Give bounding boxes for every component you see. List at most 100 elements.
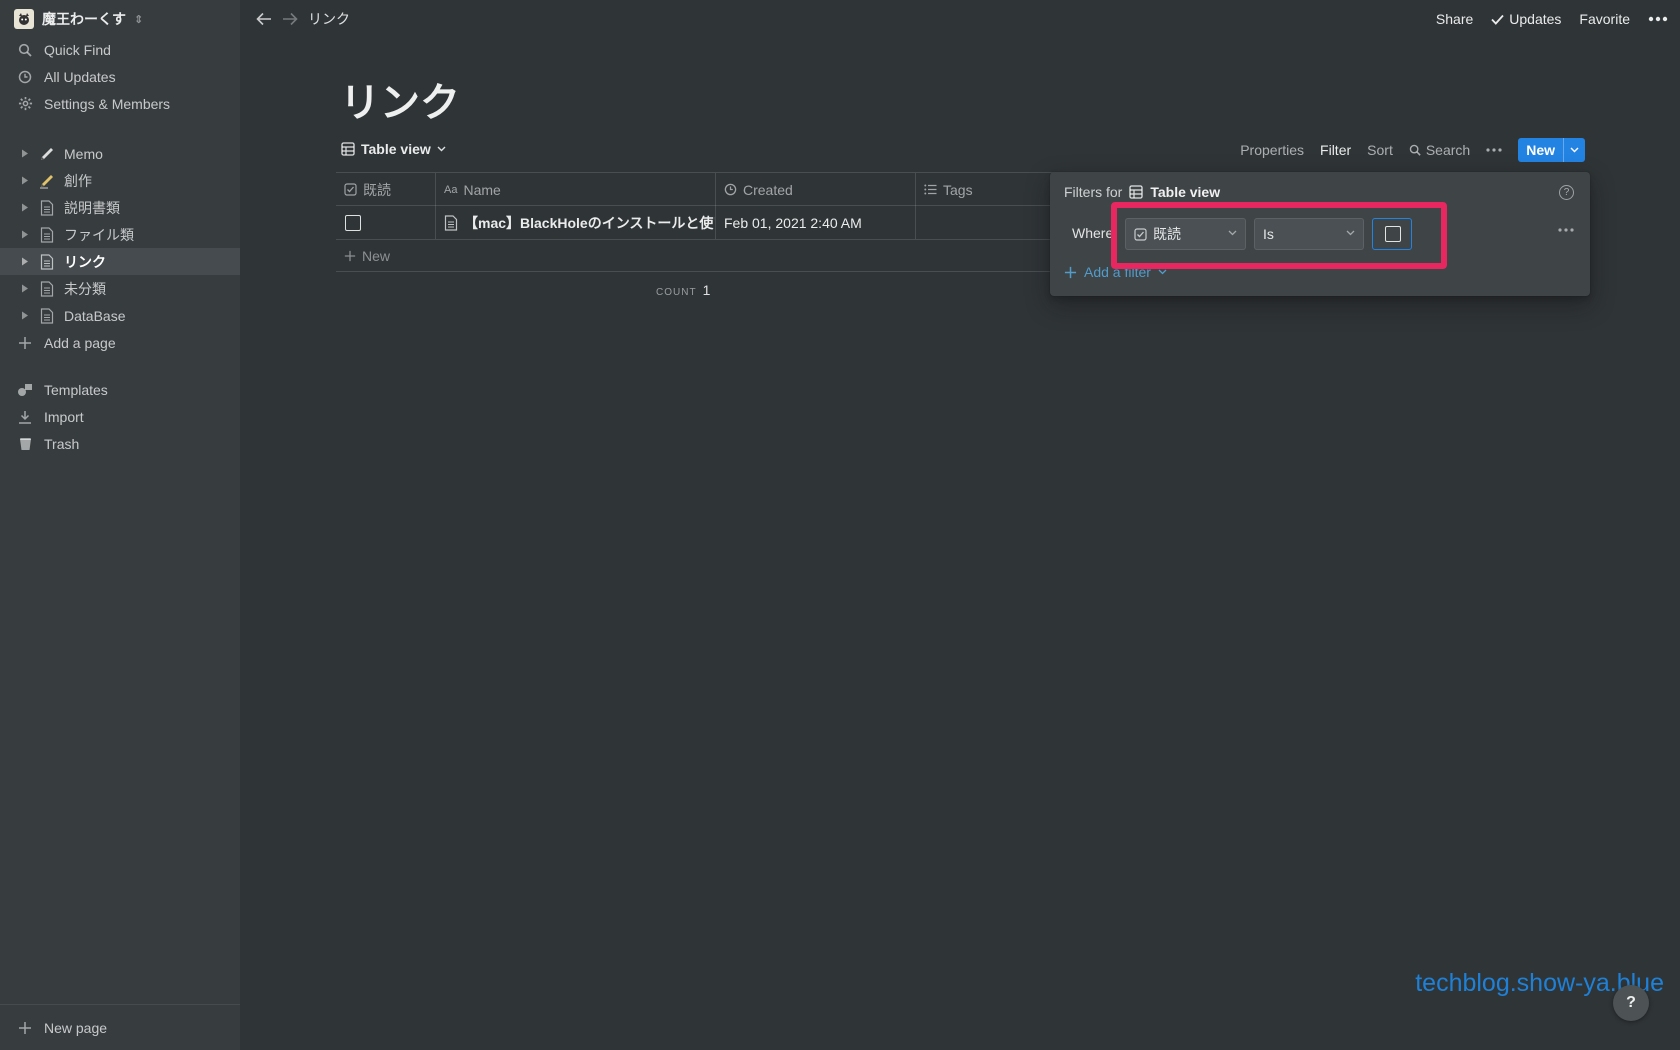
- annotation-highlight-box: [1111, 202, 1447, 269]
- sidebar-item-quick-find[interactable]: Quick Find: [0, 36, 240, 63]
- page-icon: [38, 307, 56, 325]
- plus-icon: [344, 250, 356, 262]
- page-title: リンク: [340, 81, 460, 125]
- chevron-down-icon[interactable]: [1563, 138, 1585, 162]
- column-header-name[interactable]: Aa Name: [436, 173, 716, 206]
- chevron-down-icon: [1158, 269, 1167, 275]
- search-label: Search: [1425, 142, 1471, 158]
- triangle-right-icon[interactable]: [18, 203, 32, 212]
- templates-icon: [16, 381, 34, 399]
- sidebar-page-database[interactable]: DataBase: [0, 302, 240, 329]
- sidebar-page-label: DataBase: [64, 307, 126, 324]
- sort-button[interactable]: Sort: [1367, 142, 1393, 158]
- import-icon: [16, 408, 34, 426]
- plus-icon: [1064, 266, 1077, 279]
- sidebar-page-link[interactable]: リンク: [0, 248, 240, 275]
- triangle-right-icon[interactable]: [18, 311, 32, 320]
- forward-arrow-icon[interactable]: [282, 12, 298, 26]
- text-property-icon: Aa: [444, 183, 458, 196]
- trash-icon: [16, 435, 34, 453]
- name-cell[interactable]: 【mac】BlackHoleのインストールと使い: [436, 206, 716, 239]
- column-header-tags[interactable]: Tags: [916, 173, 1056, 206]
- breadcrumb: リンク: [256, 8, 350, 30]
- sidebar-item-label: Settings & Members: [44, 95, 171, 112]
- new-page-button[interactable]: New page: [0, 1004, 240, 1050]
- more-icon[interactable]: [1648, 16, 1668, 22]
- column-label: Tags: [943, 181, 973, 198]
- sidebar-item-settings[interactable]: Settings & Members: [0, 90, 240, 117]
- filter-popup-header: Filters for Table view: [1064, 184, 1220, 200]
- chevron-updown-icon: ⇕: [134, 13, 144, 26]
- sidebar-page-label: 説明書類: [64, 199, 120, 216]
- favorite-button[interactable]: Favorite: [1579, 11, 1630, 27]
- triangle-right-icon[interactable]: [18, 176, 32, 185]
- column-header-created[interactable]: Created: [716, 173, 916, 206]
- triangle-right-icon[interactable]: [18, 230, 32, 239]
- workspace-switcher[interactable]: 魔王わーくす ⇕: [14, 8, 143, 30]
- search-icon: [16, 41, 34, 59]
- sidebar-page-manuals[interactable]: 説明書類: [0, 194, 240, 221]
- filter-button[interactable]: Filter: [1320, 142, 1351, 158]
- updates-label: Updates: [1509, 11, 1562, 27]
- sidebar-item-label: Templates: [44, 381, 108, 398]
- table-icon: [341, 142, 355, 156]
- read-cell[interactable]: [336, 206, 436, 239]
- view-name: Table view: [361, 141, 431, 157]
- updates-button[interactable]: Updates: [1491, 11, 1561, 27]
- share-button[interactable]: Share: [1436, 11, 1473, 27]
- view-actions: Properties Filter Sort Search New: [1240, 138, 1585, 162]
- search-icon: [1409, 144, 1421, 156]
- gear-icon: [16, 95, 34, 113]
- more-icon[interactable]: [1558, 228, 1574, 232]
- sidebar-page-memo[interactable]: Memo: [0, 140, 240, 167]
- sidebar-page-files[interactable]: ファイル類: [0, 221, 240, 248]
- breadcrumb-item[interactable]: リンク: [308, 9, 350, 29]
- triangle-right-icon[interactable]: [18, 284, 32, 293]
- count-value: 1: [702, 282, 711, 298]
- sidebar-page-label: リンク: [64, 253, 106, 270]
- sidebar-item-trash[interactable]: Trash: [0, 430, 240, 457]
- add-page-button[interactable]: Add a page: [0, 329, 240, 356]
- sidebar-page-label: Memo: [64, 145, 103, 162]
- read-checkbox[interactable]: [345, 214, 361, 231]
- more-icon[interactable]: [1486, 148, 1502, 152]
- new-page-label: New page: [44, 1019, 108, 1036]
- back-arrow-icon[interactable]: [256, 12, 272, 26]
- page-icon: [444, 214, 458, 231]
- new-button[interactable]: New: [1518, 138, 1585, 162]
- clock-icon: [724, 183, 737, 196]
- add-page-label: Add a page: [44, 334, 116, 351]
- top-actions: Share Updates Favorite: [1436, 8, 1668, 30]
- new-row-label: New: [362, 247, 391, 264]
- sidebar-item-templates[interactable]: Templates: [0, 376, 240, 403]
- sidebar-item-label: Quick Find: [44, 41, 111, 58]
- search-button[interactable]: Search: [1409, 142, 1470, 158]
- sidebar-page-label: ファイル類: [64, 226, 134, 243]
- new-button-label[interactable]: New: [1518, 138, 1563, 162]
- column-header-read[interactable]: 既読: [336, 173, 436, 206]
- topbar: リンク Share Updates Favorite: [240, 0, 1680, 38]
- page-icon: [38, 199, 56, 217]
- view-selector[interactable]: Table view: [341, 141, 446, 157]
- properties-button[interactable]: Properties: [1240, 142, 1304, 158]
- page-icon: [38, 280, 56, 298]
- sidebar-page-sousaku[interactable]: 創作: [0, 167, 240, 194]
- help-icon[interactable]: ?: [1559, 185, 1574, 200]
- filter-view-name: Table view: [1150, 184, 1221, 200]
- pen-icon: [38, 172, 56, 190]
- plus-icon: [16, 1019, 34, 1037]
- tags-cell[interactable]: [916, 206, 1056, 239]
- created-cell[interactable]: Feb 01, 2021 2:40 AM: [716, 206, 916, 239]
- count-footer: COUNT 1: [656, 282, 710, 298]
- clock-icon: [16, 68, 34, 86]
- triangle-right-icon[interactable]: [18, 257, 32, 266]
- help-button[interactable]: ?: [1613, 985, 1649, 1021]
- column-label: 既読: [363, 181, 391, 198]
- sidebar-page-uncategorized[interactable]: 未分類: [0, 275, 240, 302]
- pen-icon: [38, 145, 56, 163]
- sidebar-page-label: 未分類: [64, 280, 106, 297]
- triangle-right-icon[interactable]: [18, 149, 32, 158]
- sidebar-item-all-updates[interactable]: All Updates: [0, 63, 240, 90]
- sidebar-item-import[interactable]: Import: [0, 403, 240, 430]
- row-name: 【mac】BlackHoleのインストールと使い: [464, 214, 716, 231]
